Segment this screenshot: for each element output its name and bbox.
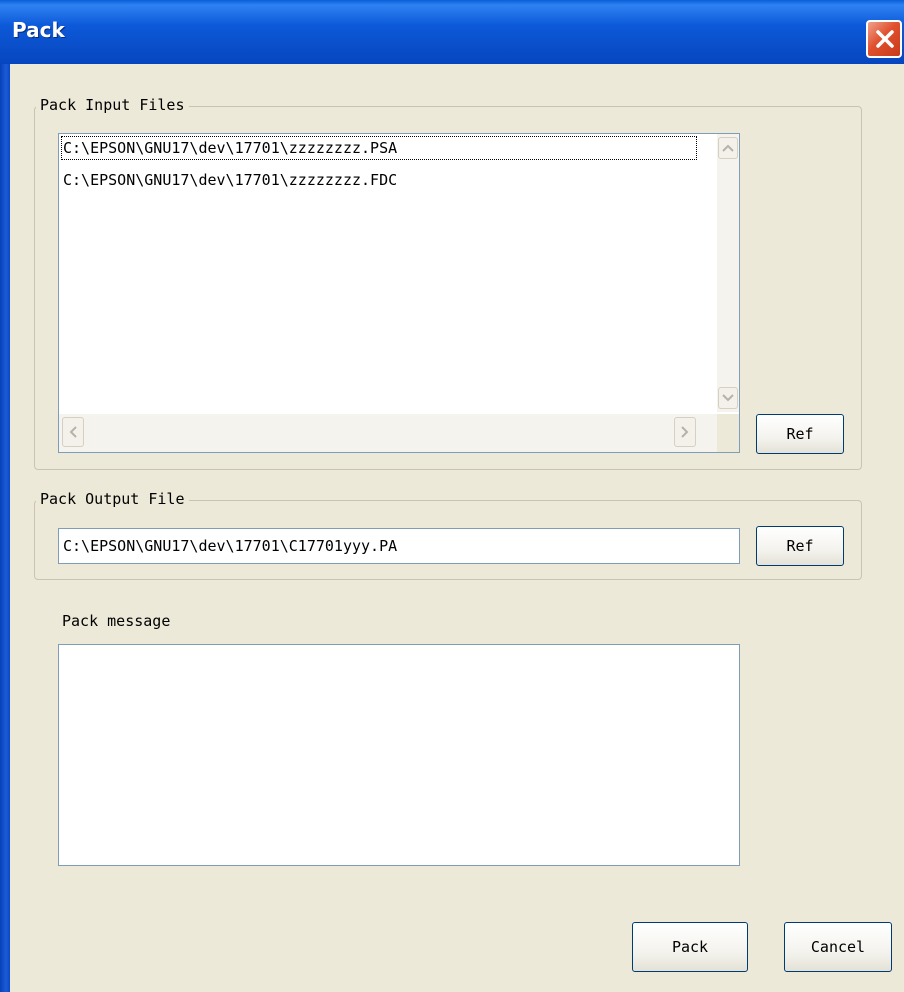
- chevron-left-icon: [69, 426, 77, 438]
- list-item[interactable]: C:\EPSON\GNU17\dev\17701\zzzzzzzz.FDC: [61, 168, 397, 192]
- close-icon: [876, 30, 894, 48]
- close-button[interactable]: [866, 20, 902, 58]
- scroll-left-button[interactable]: [62, 417, 84, 447]
- pack-message-label: Pack message: [62, 612, 171, 630]
- output-file-group-title: Pack Output File: [36, 490, 189, 508]
- window-title: Pack: [12, 18, 65, 42]
- title-bar[interactable]: Pack: [0, 0, 904, 64]
- scroll-up-button[interactable]: [718, 137, 738, 159]
- window-border-left: [0, 64, 10, 992]
- output-file-field[interactable]: C:\EPSON\GNU17\dev\17701\C17701yyy.PA: [58, 528, 740, 564]
- scroll-right-button[interactable]: [674, 417, 696, 447]
- pack-message-box[interactable]: [58, 644, 740, 866]
- vertical-scrollbar[interactable]: [717, 134, 739, 412]
- scrollbar-corner: [717, 414, 739, 452]
- input-ref-button[interactable]: Ref: [756, 414, 844, 454]
- input-files-group-title: Pack Input Files: [36, 96, 189, 114]
- list-item[interactable]: C:\EPSON\GNU17\dev\17701\zzzzzzzz.PSA: [61, 136, 697, 160]
- chevron-right-icon: [681, 426, 689, 438]
- horizontal-scrollbar[interactable]: [59, 414, 719, 452]
- chevron-up-icon: [722, 144, 734, 152]
- pack-dialog: Pack Pack Input Files C:\EPSON\GNU17\dev…: [0, 0, 904, 992]
- cancel-button[interactable]: Cancel: [784, 922, 892, 972]
- input-files-list[interactable]: C:\EPSON\GNU17\dev\17701\zzzzzzzz.PSA C:…: [58, 133, 740, 453]
- output-ref-button[interactable]: Ref: [756, 526, 844, 566]
- scroll-down-button[interactable]: [718, 387, 738, 409]
- chevron-down-icon: [722, 394, 734, 402]
- pack-button[interactable]: Pack: [632, 922, 748, 972]
